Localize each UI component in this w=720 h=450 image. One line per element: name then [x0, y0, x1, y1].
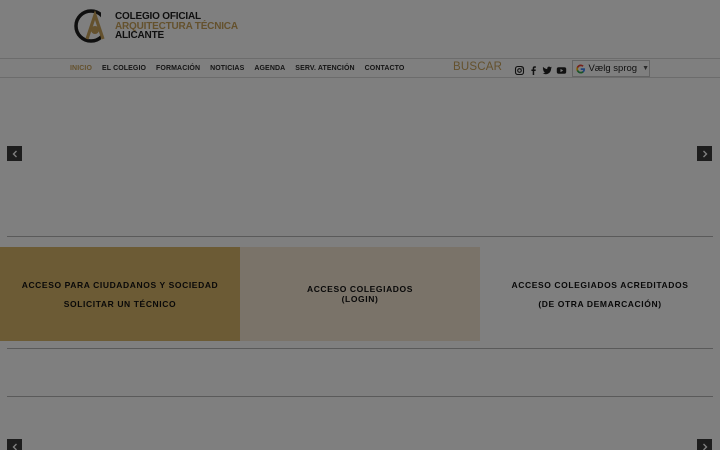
main-nav: INICIO EL COLEGIO FORMACIÓN NOTICIAS AGE…: [0, 58, 720, 78]
google-g-icon: [576, 63, 586, 74]
tile-acceso-acreditados[interactable]: ACCESO COLEGIADOS ACREDITADOS (DE OTRA D…: [480, 247, 720, 341]
nav-item-contacto[interactable]: CONTACTO: [365, 65, 405, 72]
search-link[interactable]: BUSCAR: [453, 61, 502, 73]
logo-mark-icon: [74, 9, 111, 43]
section-divider: [7, 396, 713, 397]
tile-acceso-colegiados[interactable]: ACCESO COLEGIADOS (LOGIN): [240, 247, 480, 341]
tile-acceso-ciudadanos[interactable]: ACCESO PARA CIUDADANOS Y SOCIEDAD SOLICI…: [0, 247, 240, 341]
language-select[interactable]: Vælg sprog ▼: [572, 60, 650, 77]
chevron-right-icon: [702, 443, 707, 450]
hero-slider: [0, 78, 720, 236]
page: COLEGIO OFICIAL ARQUITECTURA TÉCNICA ALI…: [0, 0, 720, 450]
tile-line: SOLICITAR UN TÉCNICO: [63, 298, 177, 309]
nav-item-serv-atencion[interactable]: SERV. ATENCIÓN: [295, 65, 354, 72]
site-header: COLEGIO OFICIAL ARQUITECTURA TÉCNICA ALI…: [0, 0, 720, 58]
slider-next-button[interactable]: [697, 146, 712, 161]
nav-menu: INICIO EL COLEGIO FORMACIÓN NOTICIAS AGE…: [70, 59, 414, 78]
tile-line: (DE OTRA DEMARCACIÓN): [538, 298, 662, 309]
nav-item-formacion[interactable]: FORMACIÓN: [156, 65, 200, 72]
chevron-left-icon: [12, 150, 17, 157]
tile-line: ACCESO COLEGIADOS: [306, 284, 414, 294]
section-divider: [7, 348, 713, 349]
instagram-icon[interactable]: [514, 63, 527, 76]
nav-item-inicio[interactable]: INICIO: [70, 65, 92, 72]
youtube-icon[interactable]: [556, 63, 569, 74]
language-label: Vælg sprog: [588, 63, 638, 74]
nav-item-agenda[interactable]: AGENDA: [254, 65, 285, 72]
twitter-icon[interactable]: [542, 63, 555, 75]
chevron-down-icon: ▼: [642, 65, 649, 72]
tile-line: ACCESO PARA CIUDADANOS Y SOCIEDAD: [21, 279, 219, 290]
slider-prev-button[interactable]: [7, 146, 22, 161]
nav-item-noticias[interactable]: NOTICIAS: [210, 65, 244, 72]
slider-2-next-button[interactable]: [697, 439, 712, 450]
access-tiles: ACCESO PARA CIUDADANOS Y SOCIEDAD SOLICI…: [0, 247, 720, 341]
chevron-right-icon: [702, 150, 707, 157]
section-divider: [7, 236, 713, 237]
tile-line: ACCESO COLEGIADOS ACREDITADOS: [511, 279, 689, 290]
tile-line: (LOGIN): [341, 294, 379, 304]
nav-item-el-colegio[interactable]: EL COLEGIO: [102, 65, 146, 72]
chevron-left-icon: [12, 443, 17, 450]
social-links: [514, 63, 570, 76]
logo-text: COLEGIO OFICIAL ARQUITECTURA TÉCNICA ALI…: [115, 12, 238, 41]
site-logo[interactable]: COLEGIO OFICIAL ARQUITECTURA TÉCNICA ALI…: [73, 6, 253, 48]
facebook-icon[interactable]: [528, 63, 541, 75]
logo-line-3: ALICANTE: [115, 30, 164, 41]
slider-2-prev-button[interactable]: [7, 439, 22, 450]
